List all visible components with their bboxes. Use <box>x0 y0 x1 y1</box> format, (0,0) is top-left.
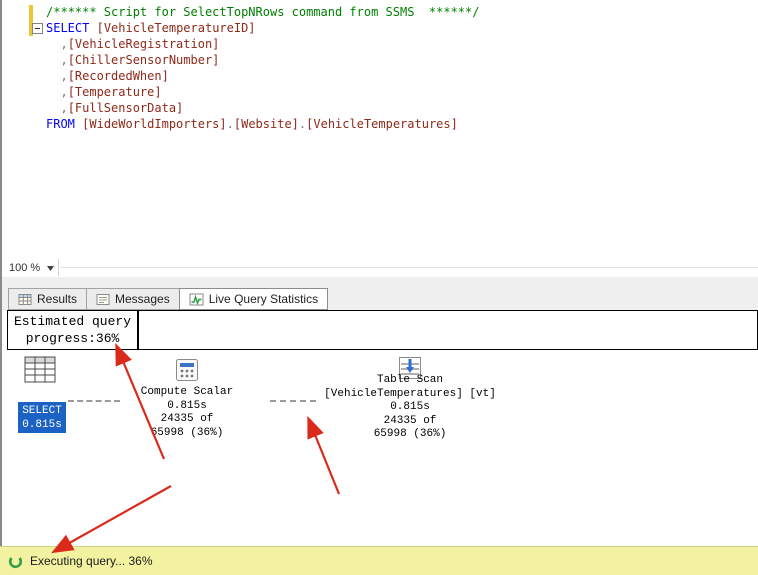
zoom-dropdown[interactable]: 100 % <box>9 260 55 276</box>
code-line: FROM [WideWorldImporters].[Website].[Veh… <box>46 116 479 132</box>
plan-node-text-line: 0.815s <box>390 401 430 413</box>
status-bar: Executing query... 36% <box>0 546 758 575</box>
plan-node-table-scan[interactable]: Table Scan [VehicleTemperatures] [vt] 0.81… <box>310 374 510 442</box>
code-token: /****** Script for SelectTopNRows comman… <box>46 5 480 19</box>
estimated-progress-line1: Estimated query <box>13 314 132 329</box>
code-token: [ChillerSensorNumber] <box>67 53 220 67</box>
code-line: ,[RecordedWhen] <box>46 68 479 84</box>
messages-icon <box>96 293 110 306</box>
code-line: ,[FullSensorData] <box>46 100 479 116</box>
estimated-progress-line2: progress:36% <box>25 331 120 346</box>
plan-node-text-line: 65998 (36%) <box>150 426 224 439</box>
code-line: /****** Script for SelectTopNRows comman… <box>46 4 479 20</box>
code-token: [FullSensorData] <box>67 101 184 115</box>
plan-node-select-time: 0.815s <box>22 419 62 431</box>
estimated-progress-box: Estimated query progress:36% <box>7 310 138 350</box>
tab-label: Messages <box>115 292 170 306</box>
plan-node-text-line: Table Scan <box>376 374 443 386</box>
query-stats-header: Estimated query progress:36% Query 1: Qu… <box>7 310 758 350</box>
code-token: FROM <box>46 117 75 131</box>
executing-spinner-icon <box>8 554 23 569</box>
code-token: [VehicleTemperatureID] <box>96 21 256 35</box>
code-token: SELECT <box>46 21 90 35</box>
live-query-statistics-icon <box>189 293 204 306</box>
chevron-down-icon <box>47 265 55 271</box>
tab-label: Results <box>37 292 78 306</box>
zoom-separator <box>58 259 59 276</box>
status-text: Executing query... 36% <box>30 554 153 568</box>
execution-plan-canvas[interactable]: SELECT 0.815s Compute Scalar 0.815s 24335 … <box>2 350 758 546</box>
editor-bottom-line <box>60 267 758 268</box>
ssms-window: /****** Script for SelectTopNRows comman… <box>0 0 758 575</box>
tab-label: Live Query Statistics <box>208 292 319 306</box>
code-token: . <box>226 117 234 131</box>
code-token: , <box>60 53 68 67</box>
plan-node-text-line: 24335 of <box>160 413 214 425</box>
code-token: [Website] <box>233 117 299 131</box>
code-line: ,[ChillerSensorNumber] <box>46 52 479 68</box>
code-token: , <box>60 85 68 99</box>
collapse-toggle[interactable] <box>32 23 43 34</box>
result-grid-icon <box>24 356 56 383</box>
code-area[interactable]: /****** Script for SelectTopNRows comman… <box>46 4 479 132</box>
code-line: SELECT [VehicleTemperatureID] <box>46 20 479 36</box>
plan-node-compute-scalar[interactable]: Compute Scalar 0.815s 24335 of 65998 (36%) <box>112 386 262 440</box>
code-token: [Temperature] <box>67 85 162 99</box>
code-token: [VehicleTemperatures] <box>306 117 458 131</box>
plan-node-text-line: [VehicleTemperatures] [vt] <box>324 387 496 400</box>
code-token: [WideWorldImporters] <box>82 117 227 131</box>
results-tabstrip: Results Messages Live Query Statistics <box>8 288 329 310</box>
plan-node-text-line: 65998 (36%) <box>373 428 447 440</box>
tab-messages[interactable]: Messages <box>86 288 180 310</box>
code-token: , <box>60 101 68 115</box>
plan-node-text-line: 24335 of <box>383 414 437 427</box>
code-token: [RecordedWhen] <box>67 69 169 83</box>
code-token: [VehicleRegistration] <box>67 37 220 51</box>
results-grid-icon <box>18 293 32 306</box>
plan-node-text-line: 0.815s <box>167 399 207 412</box>
tab-live-query-statistics[interactable]: Live Query Statistics <box>178 288 329 310</box>
plan-node-select[interactable]: SELECT 0.815s <box>18 402 66 433</box>
code-line: ,[VehicleRegistration] <box>46 36 479 52</box>
tab-results[interactable]: Results <box>8 288 88 310</box>
code-token: , <box>60 69 68 83</box>
query-cost-box: Query 1: Query cost (relative to the bat… <box>138 310 758 350</box>
zoom-value: 100 % <box>9 262 41 274</box>
plan-node-text-line: Compute Scalar <box>140 386 234 398</box>
sql-editor[interactable]: /****** Script for SelectTopNRows comman… <box>2 0 758 276</box>
compute-scalar-icon <box>175 358 199 382</box>
code-line: ,[Temperature] <box>46 84 479 100</box>
code-token: , <box>60 37 68 51</box>
minus-fold-icon <box>32 23 43 34</box>
plan-node-select-label: SELECT <box>22 405 62 417</box>
